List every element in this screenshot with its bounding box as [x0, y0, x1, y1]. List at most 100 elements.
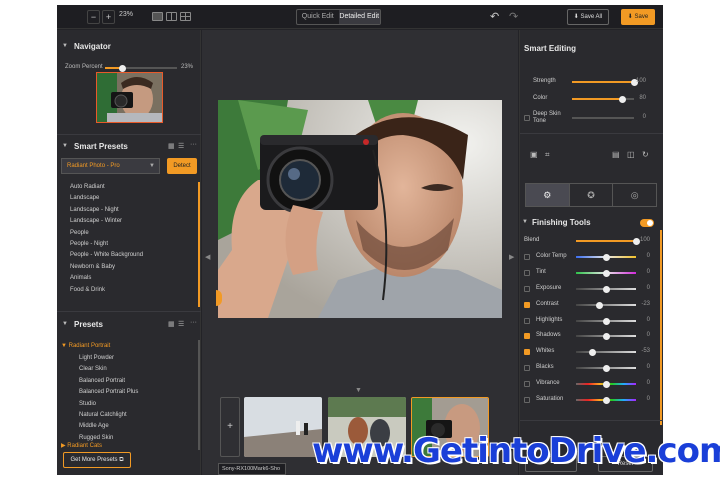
smart-preset-item[interactable]: Landscape: [70, 195, 99, 201]
slider-knob[interactable]: [595, 301, 603, 309]
preset-group-radiant-cats[interactable]: ▶ Radiant Cats: [61, 442, 102, 449]
slider-checkbox[interactable]: [524, 269, 530, 276]
slider-checkbox[interactable]: [524, 397, 530, 403]
smart-preset-dropdown[interactable]: Radiant Photo - Pro ▼: [61, 158, 160, 174]
slider-checkbox[interactable]: [524, 349, 530, 356]
slider-knob[interactable]: [603, 269, 610, 277]
smart-presets-scrollbar[interactable]: [198, 182, 200, 307]
smart-preset-item[interactable]: Landscape - Night: [70, 207, 119, 213]
grid-view-icon[interactable]: ▦: [168, 320, 175, 328]
slider-track[interactable]: [576, 351, 636, 354]
collapse-navigator-icon[interactable]: ▼: [62, 43, 68, 49]
zoom-in-button[interactable]: +: [102, 10, 115, 24]
save-preset-icon[interactable]: ▤: [612, 150, 620, 159]
preset-item[interactable]: Balanced Portrait: [79, 378, 125, 384]
slider-knob[interactable]: [603, 285, 610, 293]
deep-skin-tone-checkbox[interactable]: [524, 115, 530, 121]
slider-checkbox[interactable]: [524, 381, 530, 388]
preset-group-radiant-portrait[interactable]: ▼ Radiant Portrait: [61, 343, 110, 349]
slider-value: 0: [646, 380, 650, 387]
get-more-presets-button[interactable]: Get More Presets ⧉: [63, 452, 131, 468]
split-view-icon[interactable]: [166, 12, 177, 21]
undo-icon[interactable]: ↶: [490, 10, 499, 23]
slider-value: 0: [642, 114, 646, 120]
save-button[interactable]: ⬇ Save: [621, 9, 655, 25]
slider-label: Color Temp: [536, 252, 567, 259]
slider-checkbox[interactable]: [524, 285, 530, 292]
list-view-icon[interactable]: ☰: [178, 142, 184, 150]
presets-scrollbar[interactable]: [198, 340, 200, 450]
main-photo[interactable]: [218, 100, 502, 318]
slider-track[interactable]: [576, 303, 636, 306]
more-options-icon[interactable]: ···: [190, 319, 197, 326]
compare-icon[interactable]: ◫: [627, 150, 635, 159]
slider-value: 0: [646, 316, 650, 323]
slider-knob[interactable]: [618, 96, 626, 103]
presets-title: Presets: [74, 320, 103, 329]
collapse-finishing-tools-icon[interactable]: ▼: [522, 219, 528, 225]
smart-preset-item[interactable]: People - Night: [70, 241, 108, 247]
zoom-out-button[interactable]: −: [87, 10, 100, 24]
slider-knob[interactable]: [589, 349, 597, 357]
slider-knob[interactable]: [603, 381, 610, 389]
reset-icon[interactable]: ↻: [642, 150, 649, 159]
crop-icon[interactable]: ⌗: [545, 150, 550, 160]
slider-checkbox[interactable]: [524, 365, 530, 372]
detailed-edit-tab[interactable]: Detailed Edit: [338, 10, 380, 24]
section-divider: [57, 311, 201, 312]
slider-knob[interactable]: [603, 333, 610, 341]
single-view-icon[interactable]: [152, 12, 163, 21]
slider-knob[interactable]: [603, 397, 610, 404]
slider-checkbox[interactable]: [524, 253, 530, 260]
smart-preset-item[interactable]: Auto Radiant: [70, 184, 105, 190]
collapse-presets-icon[interactable]: ▼: [62, 321, 68, 327]
preset-item[interactable]: Clear Skin: [79, 366, 107, 372]
grid-view-icon[interactable]: ▦: [168, 142, 175, 150]
navigator-zoom-knob[interactable]: [118, 65, 126, 72]
slider-checkbox[interactable]: [524, 301, 530, 308]
preset-item[interactable]: Natural Catchlight: [79, 412, 127, 418]
tab-color-icon[interactable]: ◎: [613, 184, 656, 206]
preset-item[interactable]: Light Powder: [79, 355, 114, 361]
add-photo-button[interactable]: +: [220, 397, 240, 457]
list-view-icon[interactable]: ☰: [178, 320, 184, 328]
preset-item[interactable]: Balanced Portrait Plus: [79, 389, 138, 395]
collapse-right-panel-icon[interactable]: ▶: [509, 253, 514, 261]
collapse-smart-presets-icon[interactable]: ▼: [62, 143, 68, 149]
save-all-button[interactable]: ⬇ Save All: [567, 9, 609, 25]
photo-editor-app: − + 23% Quick Edit Detailed Edit ↶ ↷ ⬇ S…: [57, 5, 663, 475]
preset-item[interactable]: Middle Age: [79, 423, 109, 429]
preset-item[interactable]: Rugged Skin: [79, 435, 113, 441]
camera-profile-dropdown[interactable]: Sony-RX100Mark6-Sho: [218, 463, 286, 475]
filmstrip-thumbnail[interactable]: [244, 397, 322, 457]
tab-badge-icon[interactable]: ✪: [570, 184, 614, 206]
collapse-left-panel-icon[interactable]: ◀: [205, 253, 210, 261]
smart-preset-item[interactable]: People - White Background: [70, 252, 143, 258]
smart-preset-item[interactable]: Animals: [70, 275, 91, 281]
navigator-thumbnail[interactable]: [96, 72, 163, 123]
tab-adjustments-icon[interactable]: ⚙: [526, 184, 570, 206]
preset-item[interactable]: Studio: [79, 401, 96, 407]
finishing-tools-scrollbar[interactable]: [660, 230, 662, 425]
slider-track[interactable]: [576, 240, 636, 242]
slider-checkbox[interactable]: [524, 317, 530, 324]
detect-button[interactable]: Detect: [167, 158, 197, 174]
slider-value: 100: [639, 237, 650, 243]
quick-edit-tab[interactable]: Quick Edit: [297, 10, 339, 24]
more-options-icon[interactable]: ···: [190, 141, 197, 148]
slider-track[interactable]: [572, 117, 634, 119]
preset-group-label: Radiant Cats: [67, 443, 102, 449]
slider-knob[interactable]: [603, 365, 610, 373]
finishing-tools-toggle[interactable]: [640, 219, 654, 227]
compare-view-icon[interactable]: [180, 12, 191, 21]
slider-knob[interactable]: [603, 253, 610, 261]
toggle-filmstrip-icon[interactable]: ▼: [355, 387, 362, 394]
redo-icon[interactable]: ↷: [509, 10, 518, 23]
smart-preset-item[interactable]: Food & Drink: [70, 287, 105, 293]
smart-preset-item[interactable]: Newborn & Baby: [70, 264, 115, 270]
smart-preset-item[interactable]: People: [70, 230, 89, 236]
image-icon[interactable]: ▣: [530, 150, 538, 159]
slider-knob[interactable]: [603, 317, 610, 325]
smart-preset-item[interactable]: Landscape - Winter: [70, 218, 122, 224]
slider-checkbox[interactable]: [524, 333, 530, 340]
